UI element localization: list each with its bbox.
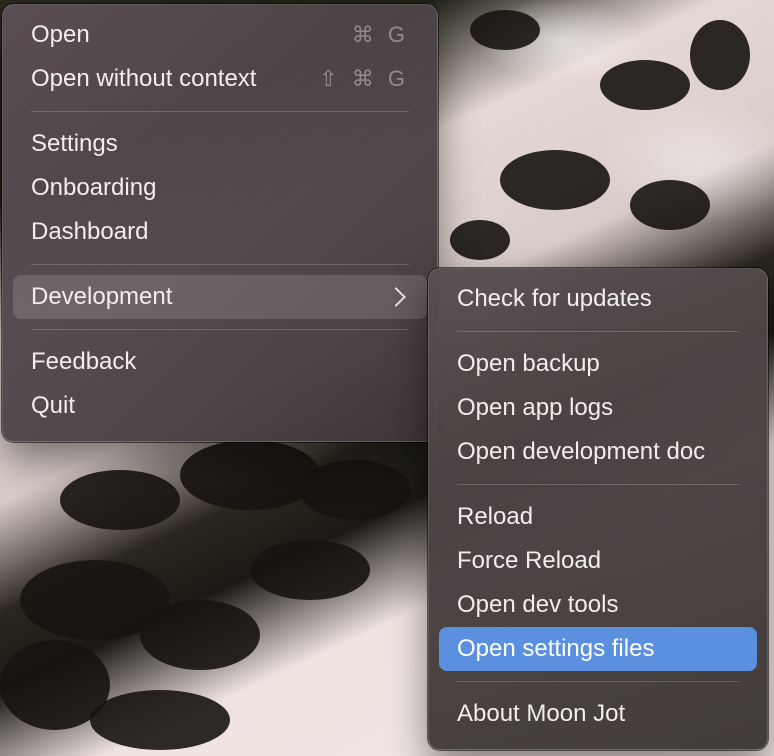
menu-item-open[interactable]: Open ⌘ G: [13, 13, 427, 57]
menu-item-open-development-doc[interactable]: Open development doc: [439, 430, 757, 474]
menu-item-label: Feedback: [31, 348, 137, 375]
menu-separator: [31, 264, 409, 265]
menu-item-label: Open development doc: [457, 438, 706, 465]
context-menu: Open ⌘ G Open without context ⇧ ⌘ G Sett…: [2, 4, 438, 442]
menu-item-label: Settings: [31, 130, 118, 157]
menu-item-label: Dashboard: [31, 218, 149, 245]
menu-item-label: Development: [31, 283, 173, 310]
menu-item-label: About Moon Jot: [457, 700, 626, 727]
keyboard-shortcut: ⌘ G: [351, 22, 409, 47]
chevron-right-icon: [386, 287, 406, 307]
menu-separator: [31, 111, 409, 112]
menu-item-label: Open: [31, 21, 90, 48]
development-submenu: Check for updates Open backup Open app l…: [428, 268, 768, 750]
menu-item-quit[interactable]: Quit: [13, 384, 427, 428]
menu-item-label: Force Reload: [457, 547, 602, 574]
menu-item-label: Open dev tools: [457, 591, 619, 618]
menu-separator: [457, 331, 739, 332]
menu-item-feedback[interactable]: Feedback: [13, 340, 427, 384]
menu-item-open-dev-tools[interactable]: Open dev tools: [439, 583, 757, 627]
menu-item-reload[interactable]: Reload: [439, 495, 757, 539]
menu-item-label: Open settings files: [457, 635, 655, 662]
menu-item-onboarding[interactable]: Onboarding: [13, 166, 427, 210]
menu-item-label: Open app logs: [457, 394, 614, 421]
menu-item-label: Reload: [457, 503, 534, 530]
menu-separator: [457, 484, 739, 485]
menu-item-open-settings-files[interactable]: Open settings files: [439, 627, 757, 671]
keyboard-shortcut: ⇧ ⌘ G: [319, 66, 409, 91]
menu-item-open-without-context[interactable]: Open without context ⇧ ⌘ G: [13, 57, 427, 101]
menu-separator: [31, 329, 409, 330]
menu-item-settings[interactable]: Settings: [13, 122, 427, 166]
menu-item-force-reload[interactable]: Force Reload: [439, 539, 757, 583]
menu-item-label: Quit: [31, 392, 76, 419]
menu-item-dashboard[interactable]: Dashboard: [13, 210, 427, 254]
menu-item-open-backup[interactable]: Open backup: [439, 342, 757, 386]
menu-item-development[interactable]: Development: [13, 275, 427, 319]
menu-item-label: Onboarding: [31, 174, 157, 201]
menu-separator: [457, 681, 739, 682]
menu-item-open-app-logs[interactable]: Open app logs: [439, 386, 757, 430]
menu-item-label: Open backup: [457, 350, 600, 377]
menu-item-label: Open without context: [31, 65, 257, 92]
menu-item-about-moon-jot[interactable]: About Moon Jot: [439, 692, 757, 736]
menu-item-label: Check for updates: [457, 285, 652, 312]
menu-item-check-for-updates[interactable]: Check for updates: [439, 277, 757, 321]
